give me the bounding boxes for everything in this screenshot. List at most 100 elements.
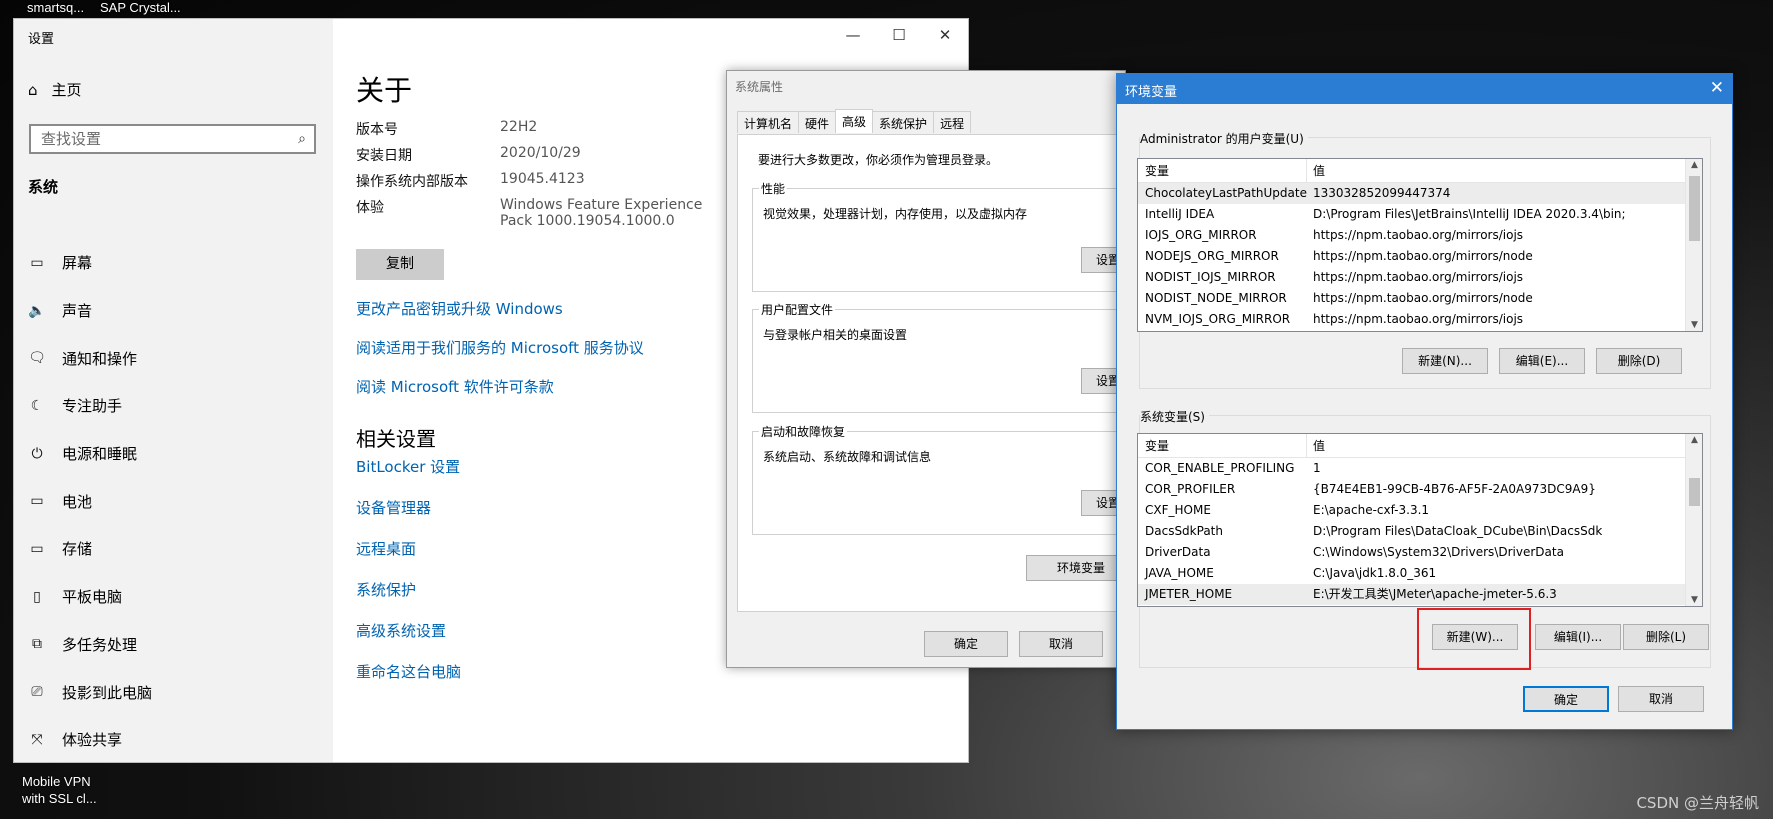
table-row[interactable]: DriverData C:\Windows\System32\Drivers\Dr… <box>1138 542 1702 563</box>
group-desc: 系统启动、系统故障和调试信息 <box>763 450 932 464</box>
sidebar-item-label: 声音 <box>62 302 93 321</box>
link-service-agreement[interactable]: 阅读适用于我们服务的 Microsoft 服务协议 <box>356 337 736 358</box>
variable-value-cell: https://npm.taobao.org/mirrors/iojs <box>1313 270 1524 284</box>
tab-advanced[interactable]: 高级 <box>835 109 874 133</box>
tab-system-protection[interactable]: 系统保护 <box>872 111 935 133</box>
dialog-title: 环境变量 <box>1125 85 1178 100</box>
sidebar-item[interactable]: ⧉ 多任务处理 <box>28 621 152 669</box>
share-icon: ⤧ <box>31 731 43 748</box>
column-header-variable[interactable]: 变量 <box>1138 159 1307 182</box>
table-row[interactable]: NVM_IOJS_ORG_MIRROR https://npm.taobao.or… <box>1138 309 1702 330</box>
table-row[interactable]: ChocolateyLastPathUpdate 1330328520994473… <box>1138 183 1702 204</box>
storage-icon: ▭ <box>30 540 44 557</box>
sidebar-item[interactable]: 🗨 通知和操作 <box>28 334 152 382</box>
battery-icon: ▭ <box>30 493 44 510</box>
scroll-down-icon[interactable]: ▼ <box>1686 320 1702 330</box>
scroll-up-icon[interactable]: ▲ <box>1686 160 1702 170</box>
sidebar-item[interactable]: ☾ 专注助手 <box>28 382 152 430</box>
group-title: 启动和故障恢复 <box>759 423 848 440</box>
table-row[interactable]: NODEJS_ORG_MIRROR https://npm.taobao.org/… <box>1138 246 1702 267</box>
spec-key: 版本号 <box>356 122 398 138</box>
link-device-manager[interactable]: 设备管理器 <box>356 497 736 518</box>
environment-variables-dialog: 环境变量 ✕ Administrator 的用户变量(U) 变量 值 Choco… <box>1116 73 1733 730</box>
system-properties-dialog: 系统属性 计算机名 硬件 高级 系统保护 远程 要进行大多数更改，你必须作为管理… <box>726 70 1151 668</box>
cancel-button[interactable]: 取消 <box>1618 686 1704 712</box>
user-edit-button[interactable]: 编辑(E)... <box>1499 348 1585 374</box>
link-license-terms[interactable]: 阅读 Microsoft 软件许可条款 <box>356 376 736 397</box>
sidebar-item[interactable]: ⏻ 电源和睡眠 <box>28 430 152 478</box>
related-settings-title: 相关设置 <box>356 427 436 451</box>
nav-home-label: 主页 <box>51 81 82 99</box>
copy-button[interactable]: 复制 <box>356 249 444 280</box>
close-button[interactable]: ✕ <box>922 19 968 51</box>
tab-hardware[interactable]: 硬件 <box>798 111 837 133</box>
sidebar-item[interactable]: ▭ 存储 <box>28 525 152 573</box>
tab-remote[interactable]: 远程 <box>933 111 972 133</box>
watermark: CSDN @兰舟轻帆 <box>1636 794 1759 812</box>
close-icon[interactable]: ✕ <box>1710 78 1724 98</box>
variable-value-cell: C:\Windows\System32\Drivers\DriverData <box>1313 545 1564 559</box>
table-row[interactable]: DacsSdkPath D:\Program Files\DataCloak_DC… <box>1138 521 1702 542</box>
desktop-icon-label[interactable]: smartsq... <box>27 0 84 16</box>
link-change-key[interactable]: 更改产品密钥或升级 Windows <box>356 298 736 319</box>
tab-computer-name[interactable]: 计算机名 <box>737 111 800 133</box>
home-icon: ⌂ <box>28 80 38 99</box>
startup-recovery-group: 启动和故障恢复 系统启动、系统故障和调试信息 设置 <box>752 423 1151 535</box>
minimize-button[interactable]: — <box>830 19 876 51</box>
spec-list: 版本号 22H2 安装日期 2020/10/29 操作系统内部版本 19045.… <box>356 119 736 229</box>
maximize-button[interactable]: ☐ <box>876 19 922 51</box>
table-row[interactable]: NODIST_IOJS_MIRROR https://npm.taobao.org… <box>1138 267 1702 288</box>
scroll-down-icon[interactable]: ▼ <box>1686 595 1702 605</box>
user-new-button[interactable]: 新建(N)... <box>1402 348 1488 374</box>
user-delete-button[interactable]: 删除(D) <box>1596 348 1682 374</box>
table-row[interactable]: NODIST_NODE_MIRROR https://npm.taobao.org… <box>1138 288 1702 309</box>
link-remote-desktop[interactable]: 远程桌面 <box>356 538 736 559</box>
sidebar-item[interactable]: ⎚ 投影到此电脑 <box>28 668 152 716</box>
spec-key: 安装日期 <box>356 148 412 164</box>
desktop-icon-label-vpn[interactable]: Mobile VPN <box>22 774 91 790</box>
performance-group: 性能 视觉效果，处理器计划，内存使用，以及虚拟内存 设置 <box>752 180 1151 292</box>
table-row[interactable]: JAVA_HOME C:\Java\jdk1.8.0_361 <box>1138 563 1702 584</box>
scroll-thumb[interactable] <box>1689 478 1700 506</box>
sidebar-item[interactable]: ⤧ 体验共享 <box>28 716 152 764</box>
scroll-up-icon[interactable]: ▲ <box>1686 435 1702 445</box>
link-rename-pc[interactable]: 重命名这台电脑 <box>356 661 736 682</box>
sidebar-item[interactable]: ▭ 电池 <box>28 477 152 525</box>
link-advanced-system-settings[interactable]: 高级系统设置 <box>356 620 736 641</box>
sidebar-item[interactable]: 🔈 声音 <box>28 287 152 335</box>
cancel-button[interactable]: 取消 <box>1019 631 1103 657</box>
table-row[interactable]: JMETER_HOME E:\开发工具类\JMeter\apache-jmeter… <box>1138 584 1702 605</box>
table-row[interactable]: COR_PROFILER {B74E4EB1-99CB-4B76-AF5F-2A0… <box>1138 479 1702 500</box>
table-row[interactable]: CXF_HOME E:\apache-cxf-3.3.1 <box>1138 500 1702 521</box>
search-input[interactable]: 查找设置 ⌕ <box>29 124 316 154</box>
column-header-value[interactable]: 值 <box>1307 434 1325 457</box>
column-header-variable[interactable]: 变量 <box>1138 434 1307 457</box>
group-desc: 视觉效果，处理器计划，内存使用，以及虚拟内存 <box>763 207 1028 221</box>
nav-home[interactable]: ⌂ 主页 <box>28 79 82 100</box>
system-edit-button[interactable]: 编辑(I)... <box>1535 624 1621 650</box>
column-header-value[interactable]: 值 <box>1307 159 1325 182</box>
desktop-icon-label[interactable]: SAP Crystal... <box>100 0 181 16</box>
system-variables-title: 系统变量(S) <box>1140 408 1209 425</box>
link-system-protection[interactable]: 系统保护 <box>356 579 736 600</box>
ok-button[interactable]: 确定 <box>924 631 1008 657</box>
scroll-thumb[interactable] <box>1689 176 1700 241</box>
system-new-button[interactable]: 新建(W)... <box>1432 624 1518 650</box>
desktop-icon-label-vpn-2[interactable]: with SSL cl... <box>22 791 97 807</box>
variable-name-cell: JAVA_HOME <box>1145 566 1214 580</box>
sidebar-item-label: 存储 <box>62 540 93 559</box>
system-variables-scrollbar[interactable]: ▲ ▼ <box>1685 434 1702 606</box>
system-delete-button[interactable]: 删除(L) <box>1623 624 1709 650</box>
sidebar-item[interactable]: ▭ 屏幕 <box>28 239 152 287</box>
user-variables-scrollbar[interactable]: ▲ ▼ <box>1685 159 1702 331</box>
variable-name-cell: DacsSdkPath <box>1145 524 1223 538</box>
link-bitlocker[interactable]: BitLocker 设置 <box>356 456 736 477</box>
sidebar-item[interactable]: ▯ 平板电脑 <box>28 573 152 621</box>
search-placeholder: 查找设置 <box>41 130 102 148</box>
power-icon: ⏻ <box>31 445 43 462</box>
table-row[interactable]: COR_ENABLE_PROFILING 1 <box>1138 458 1702 479</box>
table-header: 变量 值 <box>1138 159 1702 183</box>
ok-button[interactable]: 确定 <box>1523 686 1609 712</box>
table-row[interactable]: IOJS_ORG_MIRROR https://npm.taobao.org/mi… <box>1138 225 1702 246</box>
table-row[interactable]: IntelliJ IDEA D:\Program Files\JetBrains\… <box>1138 204 1702 225</box>
